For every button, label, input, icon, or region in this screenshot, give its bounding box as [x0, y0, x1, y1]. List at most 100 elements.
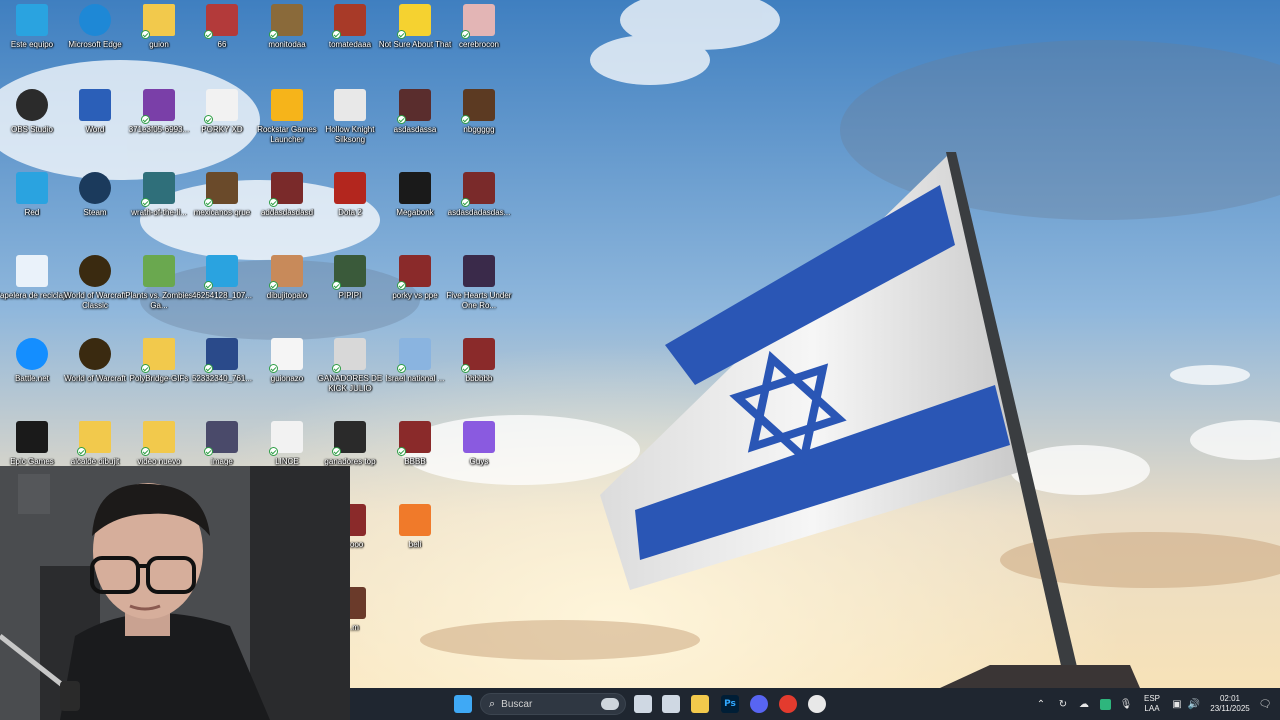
desktop-shortcut-label: Guys — [469, 457, 489, 466]
sync-status-icon — [269, 447, 278, 456]
image-file-icon — [397, 338, 431, 373]
recycle-bin-icon — [16, 255, 48, 287]
fall-guys-icon — [463, 421, 495, 453]
cloud-icon[interactable]: ☁ — [1075, 688, 1093, 720]
task-view-icon — [634, 695, 652, 713]
security-icon[interactable] — [1096, 688, 1114, 720]
obs-icon — [808, 695, 826, 713]
image-file-icon — [332, 4, 366, 39]
search-highlight-icon — [601, 698, 619, 710]
microphone-icon[interactable]: 🎙 — [1117, 688, 1135, 720]
taskbar-search-box[interactable]: ⌕ Buscar — [480, 693, 626, 715]
sync-status-icon — [204, 115, 213, 124]
search-placeholder: Buscar — [501, 698, 533, 710]
keyboard-layout: LAA — [1144, 704, 1160, 713]
sync-status-icon — [269, 30, 278, 39]
video-thumb-icon — [461, 338, 495, 373]
taskbar-start-button[interactable] — [451, 692, 475, 716]
sync-status-icon — [141, 115, 150, 124]
dota-icon — [334, 172, 366, 204]
sync-icon[interactable]: ↻ — [1054, 688, 1072, 720]
sync-status-icon — [141, 364, 150, 373]
notification-icon[interactable]: 🗨 — [1256, 688, 1274, 720]
photoshop-icon: Ps — [721, 695, 739, 713]
taskbar-widgets-button[interactable] — [659, 692, 683, 716]
sync-status-icon — [397, 281, 406, 290]
duck-image-icon — [397, 4, 431, 39]
taskbar-photoshop-button[interactable]: Ps — [718, 692, 742, 716]
language-code: ESP — [1143, 694, 1160, 703]
sync-status-icon — [269, 281, 278, 290]
rockstar-icon — [271, 89, 303, 121]
desktop-shortcut[interactable]: beli — [376, 500, 454, 580]
image-file-icon — [332, 255, 366, 290]
epic-games-icon — [16, 421, 48, 453]
desktop-shortcut[interactable]: bbbbbb — [440, 334, 518, 414]
sync-status-icon — [397, 364, 406, 373]
sync-status-icon — [461, 115, 470, 124]
video-file-icon — [204, 89, 238, 124]
image-file-icon — [204, 421, 238, 456]
network-icon[interactable]: ▣ — [1168, 688, 1186, 720]
image-file-icon — [332, 338, 366, 373]
sync-status-icon — [332, 30, 341, 39]
qr-image-icon — [141, 89, 175, 124]
volume-icon[interactable]: 🔊 — [1185, 688, 1203, 720]
image-file-icon — [461, 4, 495, 39]
desktop-shortcut-label: asdasdadasdas... — [447, 208, 511, 217]
sync-status-icon — [269, 198, 278, 207]
desktop-shortcut[interactable]: nbggggg — [440, 85, 518, 165]
sync-status-icon — [141, 198, 150, 207]
sync-status-icon — [204, 364, 213, 373]
document-icon — [269, 338, 303, 373]
folder-icon — [691, 695, 709, 713]
language-indicator[interactable]: ESP LAA — [1140, 688, 1164, 720]
image-file-icon — [204, 338, 238, 373]
wow-icon — [79, 338, 111, 370]
taskbar-obs-button[interactable] — [805, 692, 829, 716]
hollow-knight-icon — [334, 89, 366, 121]
desktop-shortcut-label: Five Hearts Under One Ro... — [446, 291, 512, 310]
obs-icon — [16, 89, 48, 121]
taskbar-file-explorer-button[interactable] — [688, 692, 712, 716]
sync-status-icon — [141, 447, 150, 456]
edge-icon — [79, 4, 111, 36]
sync-status-icon — [204, 447, 213, 456]
sync-status-icon — [141, 30, 150, 39]
clock-date: 23/11/2025 — [1210, 704, 1250, 713]
desktop-shortcut-label: beli — [408, 540, 422, 549]
video-thumb-icon — [397, 89, 431, 124]
chrome-icon — [779, 695, 797, 713]
desktop-shortcut[interactable]: cerebrocon — [440, 0, 518, 80]
sync-status-icon — [332, 364, 341, 373]
sync-status-icon — [269, 364, 278, 373]
word-icon — [79, 89, 111, 121]
sync-status-icon — [461, 198, 470, 207]
folder-icon — [141, 421, 175, 456]
video-thumb-icon — [397, 421, 431, 456]
desktop-shortcut[interactable]: Guys — [440, 417, 518, 497]
sync-status-icon — [204, 281, 213, 290]
sync-status-icon — [397, 447, 406, 456]
sync-status-icon — [77, 447, 86, 456]
battlenet-icon — [16, 338, 48, 370]
taskbar-discord-button[interactable] — [747, 692, 771, 716]
image-file-icon — [141, 172, 175, 207]
pvz-icon — [143, 255, 175, 287]
discord-icon — [750, 695, 768, 713]
image-file-icon — [269, 4, 303, 39]
clock-time: 02:01 — [1219, 694, 1240, 703]
desktop-shortcut-label: nbggggg — [463, 125, 495, 134]
sync-status-icon — [461, 30, 470, 39]
chevron-up-icon[interactable]: ⌃ — [1033, 688, 1049, 720]
sync-status-icon — [204, 198, 213, 207]
video-thumb-icon — [269, 172, 303, 207]
desktop-shortcut[interactable]: Five Hearts Under One Ro... — [440, 251, 518, 331]
desktop-shortcut[interactable]: asdasdadasdas... — [440, 168, 518, 248]
image-file-icon — [269, 255, 303, 290]
clock[interactable]: 02:01 23/11/2025 — [1205, 688, 1255, 720]
video-thumb-icon — [397, 255, 431, 290]
taskbar-task-view-button[interactable] — [631, 692, 655, 716]
steam-icon — [79, 172, 111, 204]
taskbar-chrome-button[interactable] — [776, 692, 800, 716]
